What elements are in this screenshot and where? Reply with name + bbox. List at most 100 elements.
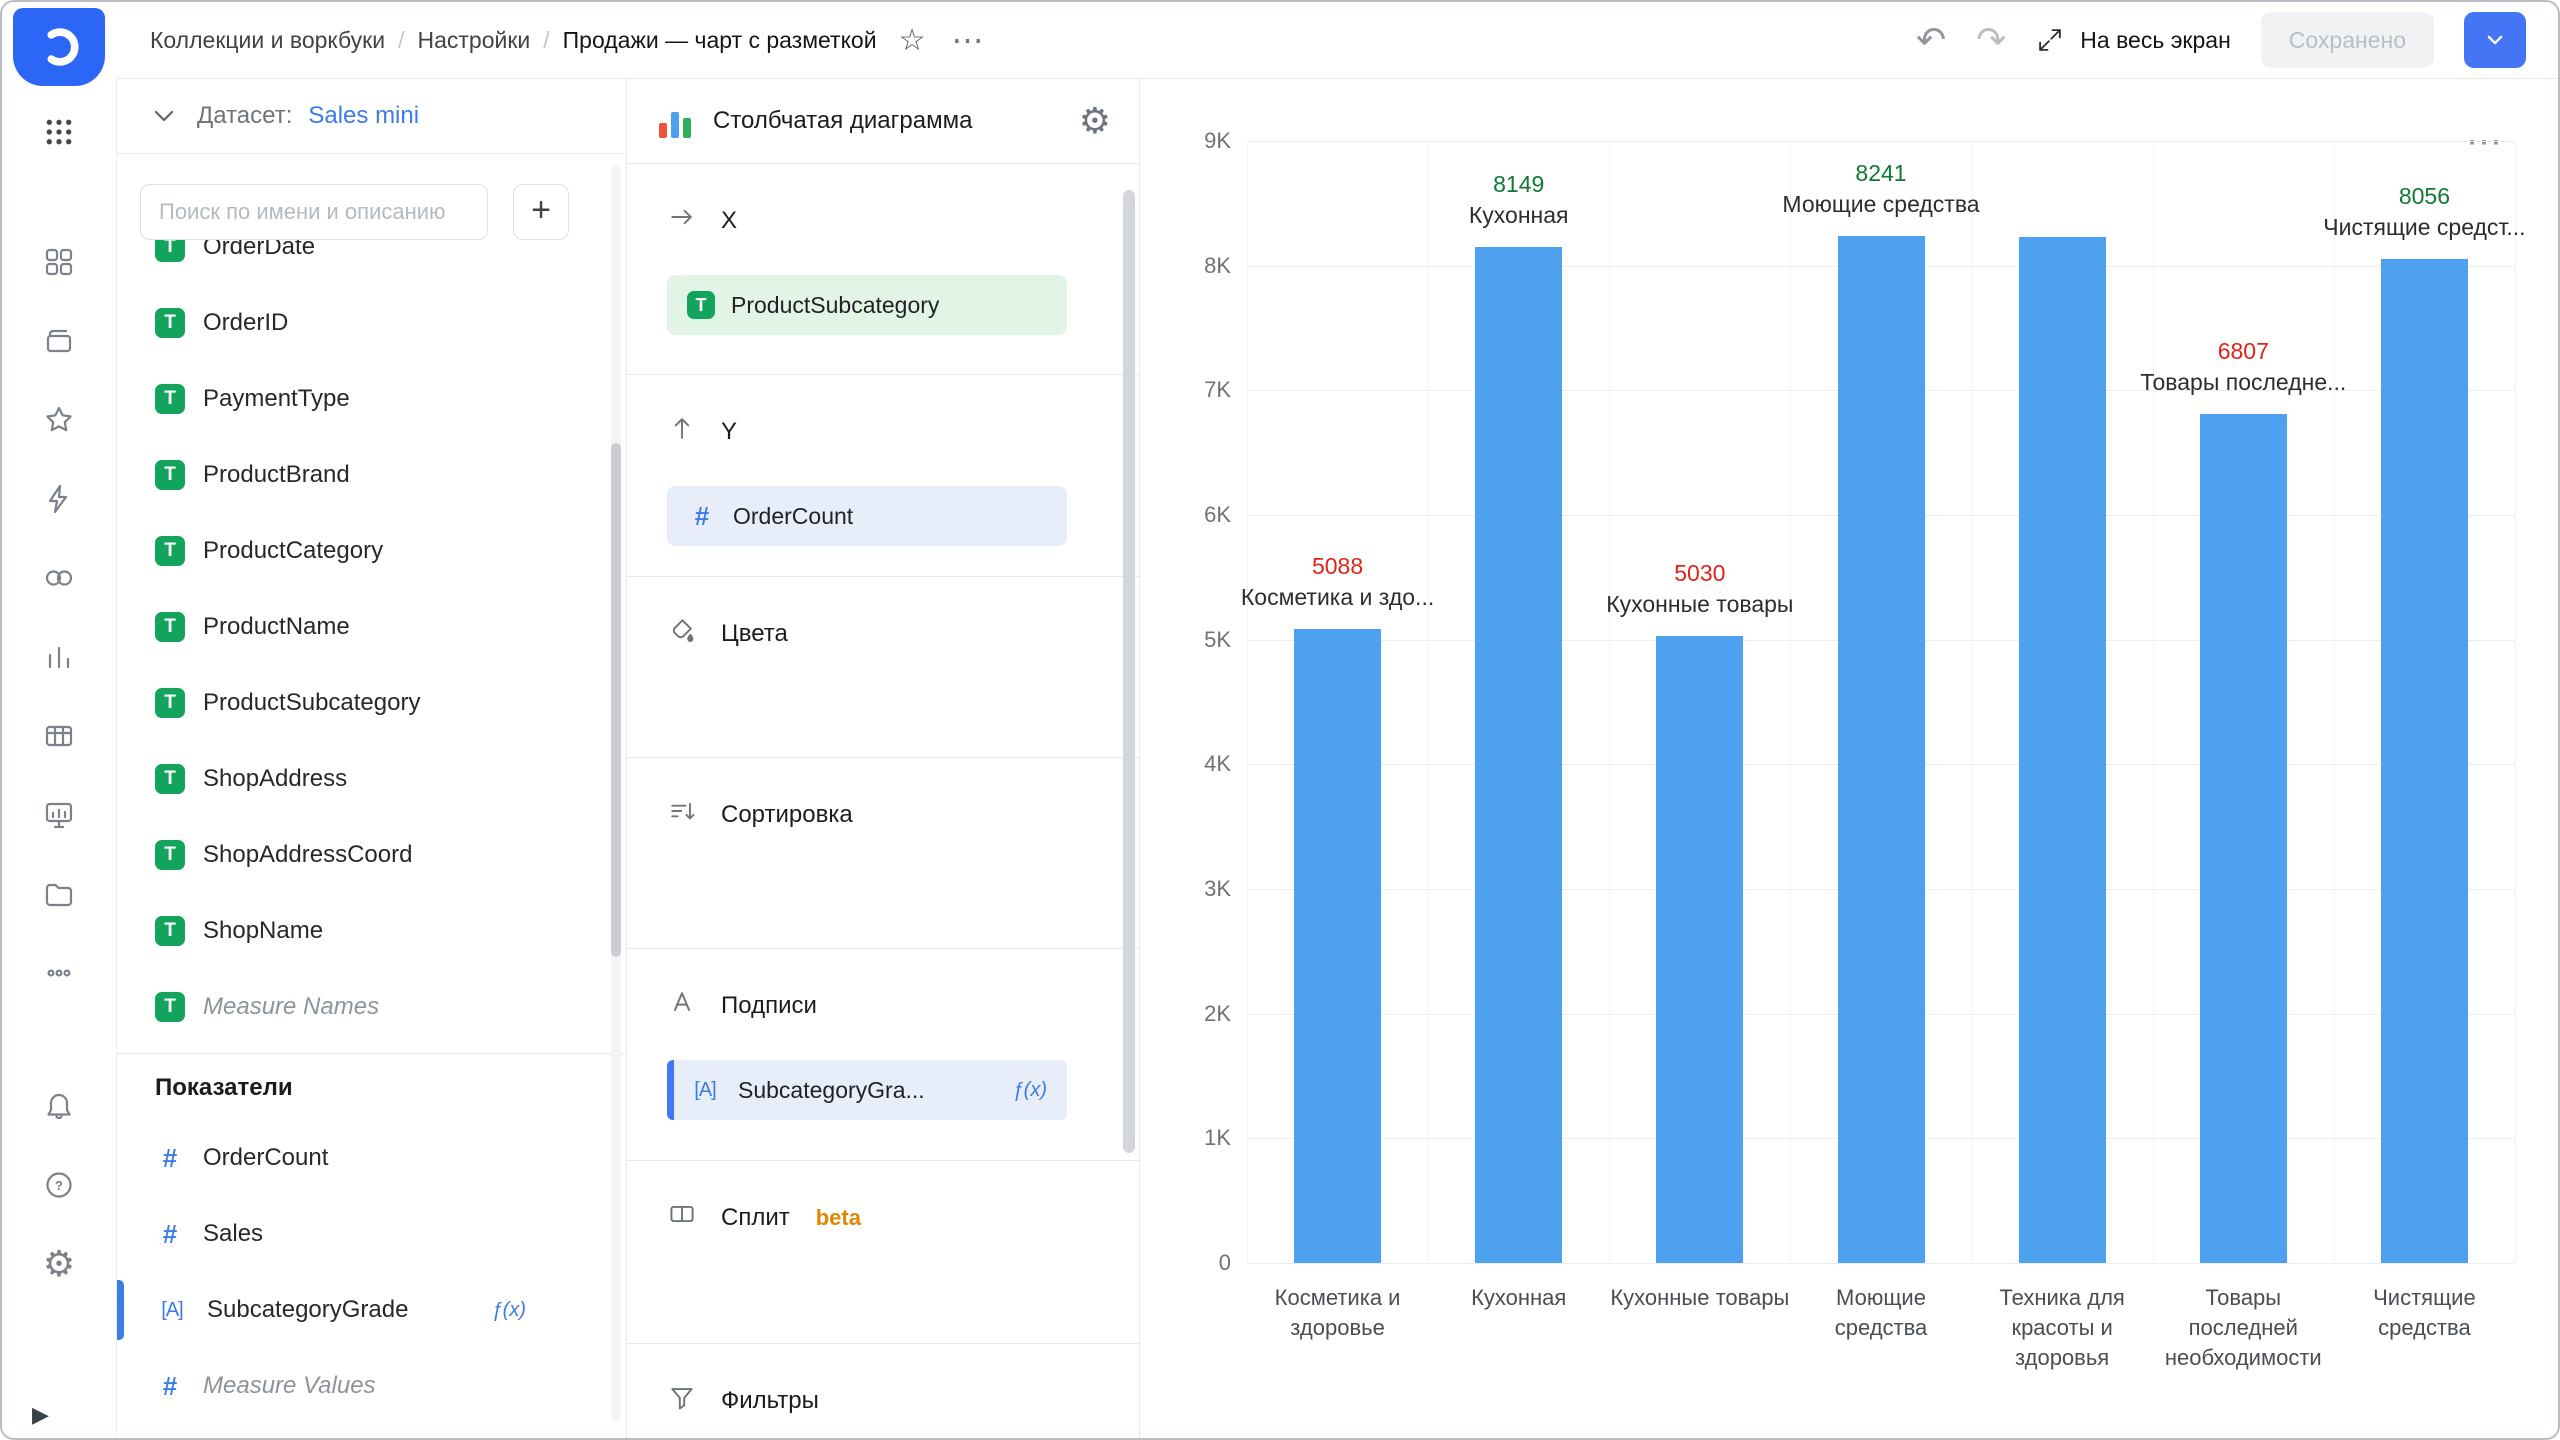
rail-icon-charts[interactable] [2, 617, 116, 696]
gear-icon: ⚙ [43, 1246, 75, 1282]
chevron-down-icon [147, 99, 181, 133]
bar-label: 5088Косметика и здо... [1241, 551, 1434, 613]
field-row[interactable]: TOrderID [117, 285, 626, 361]
funnel-icon [667, 1382, 697, 1419]
config-scrollbar[interactable] [1123, 190, 1135, 1153]
h-gridline [1247, 141, 2515, 142]
field-chip[interactable]: TProductSubcategory [667, 275, 1067, 335]
redo-icon[interactable]: ↷ [1976, 19, 2006, 61]
rail-icon-widgets[interactable] [2, 222, 116, 301]
v-gridline [1790, 141, 1791, 1263]
dimension-type-icon: T [155, 536, 185, 566]
field-name: PaymentType [203, 385, 350, 413]
field-row[interactable]: TProductBrand [117, 437, 626, 513]
field-name: ShopAddressCoord [203, 841, 412, 869]
field-row[interactable]: #Measure Values [117, 1348, 626, 1424]
dimension-type-icon: T [155, 992, 185, 1022]
favorite-star-icon[interactable]: ☆ [899, 23, 926, 58]
fullscreen-label: На весь экран [2080, 27, 2231, 54]
x-axis-label: Кухонные товары [1609, 1283, 1790, 1373]
field-name: OrderDate [203, 240, 315, 261]
section-label: Y [721, 418, 737, 446]
rail-icon-editor[interactable] [2, 459, 116, 538]
field-row[interactable]: TProductCategory [117, 513, 626, 589]
field-row[interactable]: #Sales [117, 1196, 626, 1272]
field-chip[interactable]: [A]SubcategoryGra...ƒ(x) [667, 1060, 1067, 1120]
column-chart-type-icon[interactable] [659, 104, 693, 138]
config-section-labels: Подписи[A]SubcategoryGra...ƒ(x) [627, 949, 1139, 1161]
field-list: TOrderDateTOrderIDTPaymentTypeTProductBr… [117, 240, 626, 1440]
saved-button[interactable]: Сохранено [2261, 12, 2434, 68]
rail-icon-help[interactable]: ? [2, 1145, 116, 1224]
field-row[interactable]: [A]SubcategoryGradeƒ(x) [117, 1272, 626, 1348]
h-gridline [1247, 1263, 2515, 1264]
bar-label: 8056Чистящие средст... [2323, 181, 2525, 243]
dimension-type-icon: T [155, 688, 185, 718]
bar[interactable] [1656, 636, 1743, 1263]
topbar: Коллекции и воркбуки/Настройки/Продажи —… [116, 2, 2560, 79]
field-row[interactable]: TProductSubcategory [117, 665, 626, 741]
rail-icon-notifications[interactable] [2, 1066, 116, 1145]
rail-icon-settings[interactable]: ⚙ [2, 1224, 116, 1303]
bar[interactable] [2019, 237, 2106, 1263]
svg-text:?: ? [55, 1178, 63, 1193]
rail-icon-more[interactable] [2, 933, 116, 1012]
bar[interactable] [1294, 629, 1381, 1263]
chip-label: OrderCount [733, 503, 853, 530]
apps-grid-icon[interactable] [2, 110, 116, 154]
rail-icon-favorites[interactable] [2, 380, 116, 459]
rail-icon-collections[interactable] [2, 301, 116, 380]
rail-icon-audience[interactable] [2, 538, 116, 617]
breadcrumb-item[interactable]: Коллекции и воркбуки [150, 27, 385, 54]
y-axis-tick: 1K [1204, 1125, 1231, 1151]
left-rail: ? ⚙ ▶ [2, 2, 116, 1440]
field-row[interactable]: TProductName [117, 589, 626, 665]
breadcrumb-item[interactable]: Настройки [417, 27, 530, 54]
field-name: Sales [203, 1220, 263, 1248]
dataset-name-link[interactable]: Sales mini [308, 102, 419, 130]
chevron-down-icon [2482, 27, 2508, 53]
dataset-scrollbar[interactable] [611, 443, 621, 957]
more-menu-icon[interactable]: ⋯ [951, 21, 985, 59]
field-chip[interactable]: #OrderCount [667, 486, 1067, 546]
breadcrumb-item[interactable]: Продажи — чарт с разметкой [563, 27, 877, 54]
formula-type-icon: [A] [688, 1079, 722, 1102]
field-row[interactable]: TMeasure Names [117, 969, 626, 1045]
chart-settings-gear-icon[interactable]: ⚙ [1079, 103, 1111, 139]
bar[interactable] [1475, 247, 1562, 1263]
config-section-colors: Цвета [627, 577, 1139, 758]
dataset-header[interactable]: Датасет: Sales mini [117, 79, 626, 154]
rail-icon-dashboards[interactable] [2, 775, 116, 854]
rail-icon-tables[interactable] [2, 696, 116, 775]
save-dropdown-button[interactable] [2464, 12, 2526, 68]
x-axis-label: Чистящие средства [2334, 1283, 2515, 1373]
field-row[interactable]: TShopAddressCoord [117, 817, 626, 893]
add-field-button[interactable]: + [513, 184, 569, 240]
rail-collapse-button[interactable]: ▶ [32, 1402, 49, 1428]
fullscreen-button[interactable]: На весь экран [2036, 26, 2231, 54]
field-row[interactable]: TShopAddress [117, 741, 626, 817]
split-icon [667, 1199, 697, 1236]
bar[interactable] [1838, 236, 1925, 1263]
field-row[interactable]: TOrderDate [117, 240, 626, 285]
v-gridline [2515, 141, 2516, 1263]
bar[interactable] [2381, 259, 2468, 1263]
expand-icon [2036, 26, 2064, 54]
rail-icon-storage[interactable] [2, 854, 116, 933]
labels-icon [667, 987, 697, 1024]
undo-icon[interactable]: ↶ [1916, 19, 1946, 61]
field-name: OrderID [203, 309, 288, 337]
chart-type-title[interactable]: Столбчатая диаграмма [713, 107, 1059, 135]
field-row[interactable]: TPaymentType [117, 361, 626, 437]
selected-indicator [117, 1280, 124, 1340]
chip-label: SubcategoryGra... [738, 1077, 925, 1104]
field-row[interactable]: #OrderCount [117, 1120, 626, 1196]
breadcrumb: Коллекции и воркбуки/Настройки/Продажи —… [150, 27, 877, 54]
field-search-input[interactable] [140, 184, 488, 240]
field-row[interactable]: TShopName [117, 893, 626, 969]
arrow-up-icon [667, 413, 697, 450]
bar[interactable] [2200, 414, 2287, 1263]
formula-type-icon: [A] [155, 1299, 189, 1322]
datalens-logo[interactable] [13, 8, 105, 86]
sort-icon [667, 796, 697, 833]
